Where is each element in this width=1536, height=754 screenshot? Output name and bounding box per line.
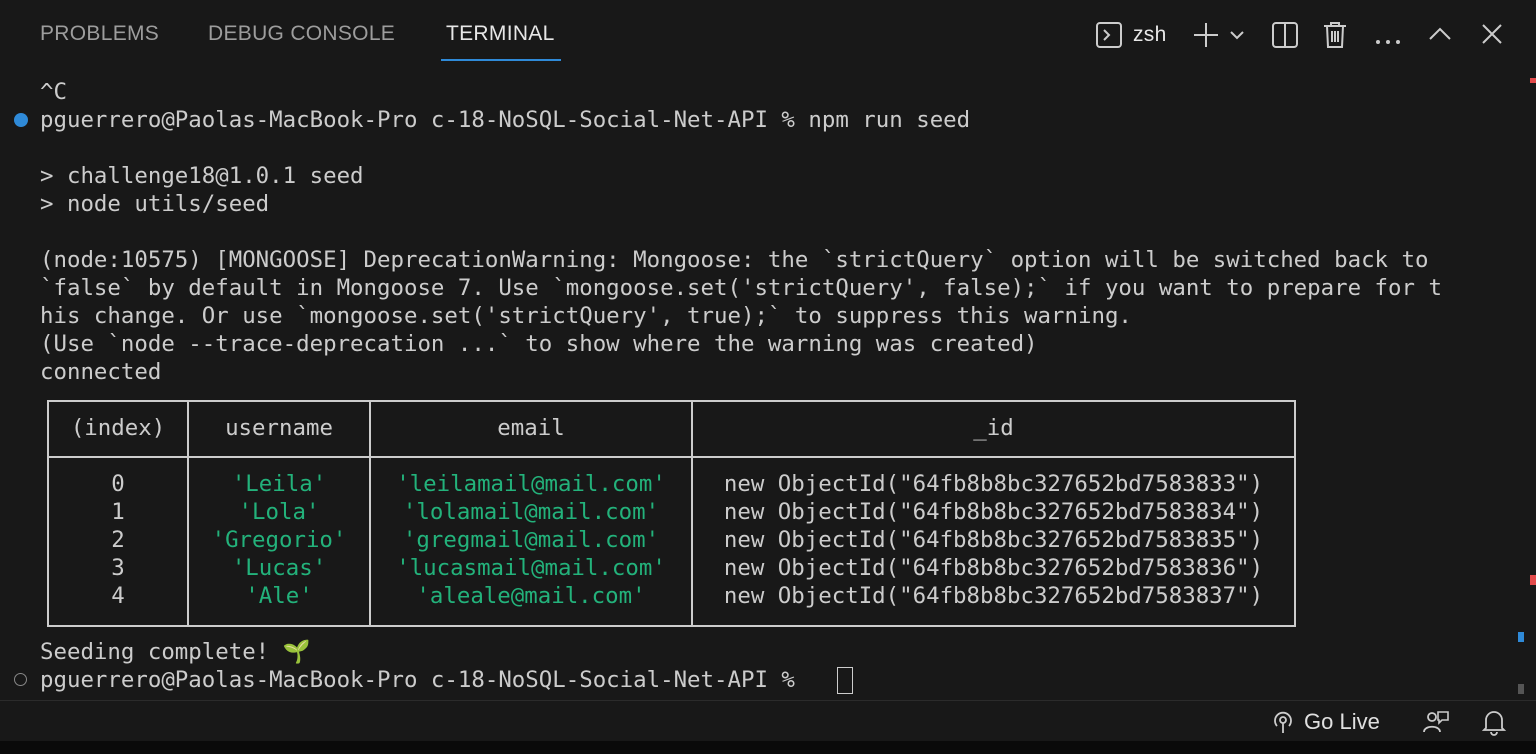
warning-line-2: `false` by default in Mongoose 7. Use `m…	[40, 275, 1442, 301]
row-email: 'leilamail@mail.com'	[396, 471, 666, 497]
npm-line-1: > challenge18@1.0.1 seed	[40, 163, 364, 189]
row-index: 1	[111, 499, 125, 525]
row-email: 'lolamail@mail.com'	[402, 499, 660, 525]
row-id: new ObjectId("64fb8b8bc327652bd7583833")	[723, 471, 1264, 497]
table-header-email: email	[497, 415, 565, 441]
shell-label[interactable]: zsh	[1133, 23, 1167, 47]
terminal-icon[interactable]	[1095, 21, 1123, 54]
warning-line-4: (Use `node --trace-deprecation ...` to s…	[40, 331, 1038, 357]
row-username: 'Lola'	[238, 499, 320, 525]
connected-line: connected	[40, 359, 162, 385]
console-table: (index) username email _id 0 'Leila' 'le…	[47, 400, 1296, 627]
plus-icon[interactable]	[1192, 21, 1220, 54]
warning-line-3: his change. Or use `mongoose.set('strict…	[40, 303, 1132, 329]
npm-line-2: > node utils/seed	[40, 191, 270, 217]
row-email: 'lucasmail@mail.com'	[396, 555, 666, 581]
scrollbar-thumb[interactable]	[1518, 684, 1524, 694]
row-id: new ObjectId("64fb8b8bc327652bd7583835")	[723, 527, 1264, 553]
row-index: 2	[111, 527, 125, 553]
table-header-id: _id	[973, 415, 1014, 441]
scrollbar-error-marker[interactable]	[1530, 78, 1536, 83]
warning-line-1: (node:10575) [MONGOOSE] DeprecationWarni…	[40, 247, 1429, 273]
tab-problems[interactable]: PROBLEMS	[40, 22, 159, 46]
row-email: 'gregmail@mail.com'	[402, 527, 660, 553]
row-id: new ObjectId("64fb8b8bc327652bd7583834")	[723, 499, 1264, 525]
row-index: 3	[111, 555, 125, 581]
status-bar: Go Live	[0, 700, 1536, 742]
trash-icon[interactable]	[1322, 20, 1348, 55]
row-username: 'Leila'	[231, 471, 327, 497]
row-id: new ObjectId("64fb8b8bc327652bd7583837")	[723, 583, 1264, 609]
row-username: 'Gregorio'	[211, 527, 347, 553]
panel-header: PROBLEMS DEBUG CONSOLE TERMINAL zsh	[0, 0, 1536, 70]
command-success-dot[interactable]	[14, 113, 28, 127]
seeding-complete-line: Seeding complete! 🌱	[40, 639, 311, 665]
row-id: new ObjectId("64fb8b8bc327652bd7583836")	[723, 555, 1264, 581]
interrupt-line: ^C	[40, 79, 67, 105]
scrollbar-position-marker[interactable]	[1518, 632, 1524, 642]
row-email: 'aleale@mail.com'	[416, 583, 646, 609]
table-header-username: username	[225, 415, 333, 441]
scrollbar-error-marker[interactable]	[1530, 575, 1536, 585]
row-username: 'Lucas'	[231, 555, 327, 581]
chevron-down-icon[interactable]	[1228, 26, 1246, 49]
active-tab-indicator	[441, 59, 561, 61]
command-pending-dot[interactable]	[14, 673, 27, 686]
row-index: 4	[111, 583, 125, 609]
tab-terminal[interactable]: TERMINAL	[446, 22, 555, 46]
final-prompt-line: pguerrero@Paolas-MacBook-Pro c-18-NoSQL-…	[40, 667, 809, 693]
chevron-up-icon[interactable]	[1428, 24, 1452, 49]
split-icon[interactable]	[1271, 21, 1299, 54]
go-live-button[interactable]: Go Live	[1304, 709, 1380, 735]
row-username: 'Ale'	[245, 583, 313, 609]
broadcast-icon[interactable]	[1270, 709, 1296, 740]
table-header-divider	[49, 456, 1294, 458]
terminal-cursor	[837, 667, 853, 694]
row-index: 0	[111, 471, 125, 497]
table-header-index: (index)	[70, 415, 166, 441]
window-bottom-edge	[0, 741, 1536, 754]
tab-debug-console[interactable]: DEBUG CONSOLE	[208, 22, 395, 46]
prompt-line: pguerrero@Paolas-MacBook-Pro c-18-NoSQL-…	[40, 107, 971, 133]
account-feedback-icon[interactable]	[1422, 708, 1450, 741]
bell-icon[interactable]	[1481, 708, 1507, 741]
close-icon[interactable]	[1481, 23, 1503, 50]
ellipsis-icon[interactable]	[1375, 32, 1403, 50]
